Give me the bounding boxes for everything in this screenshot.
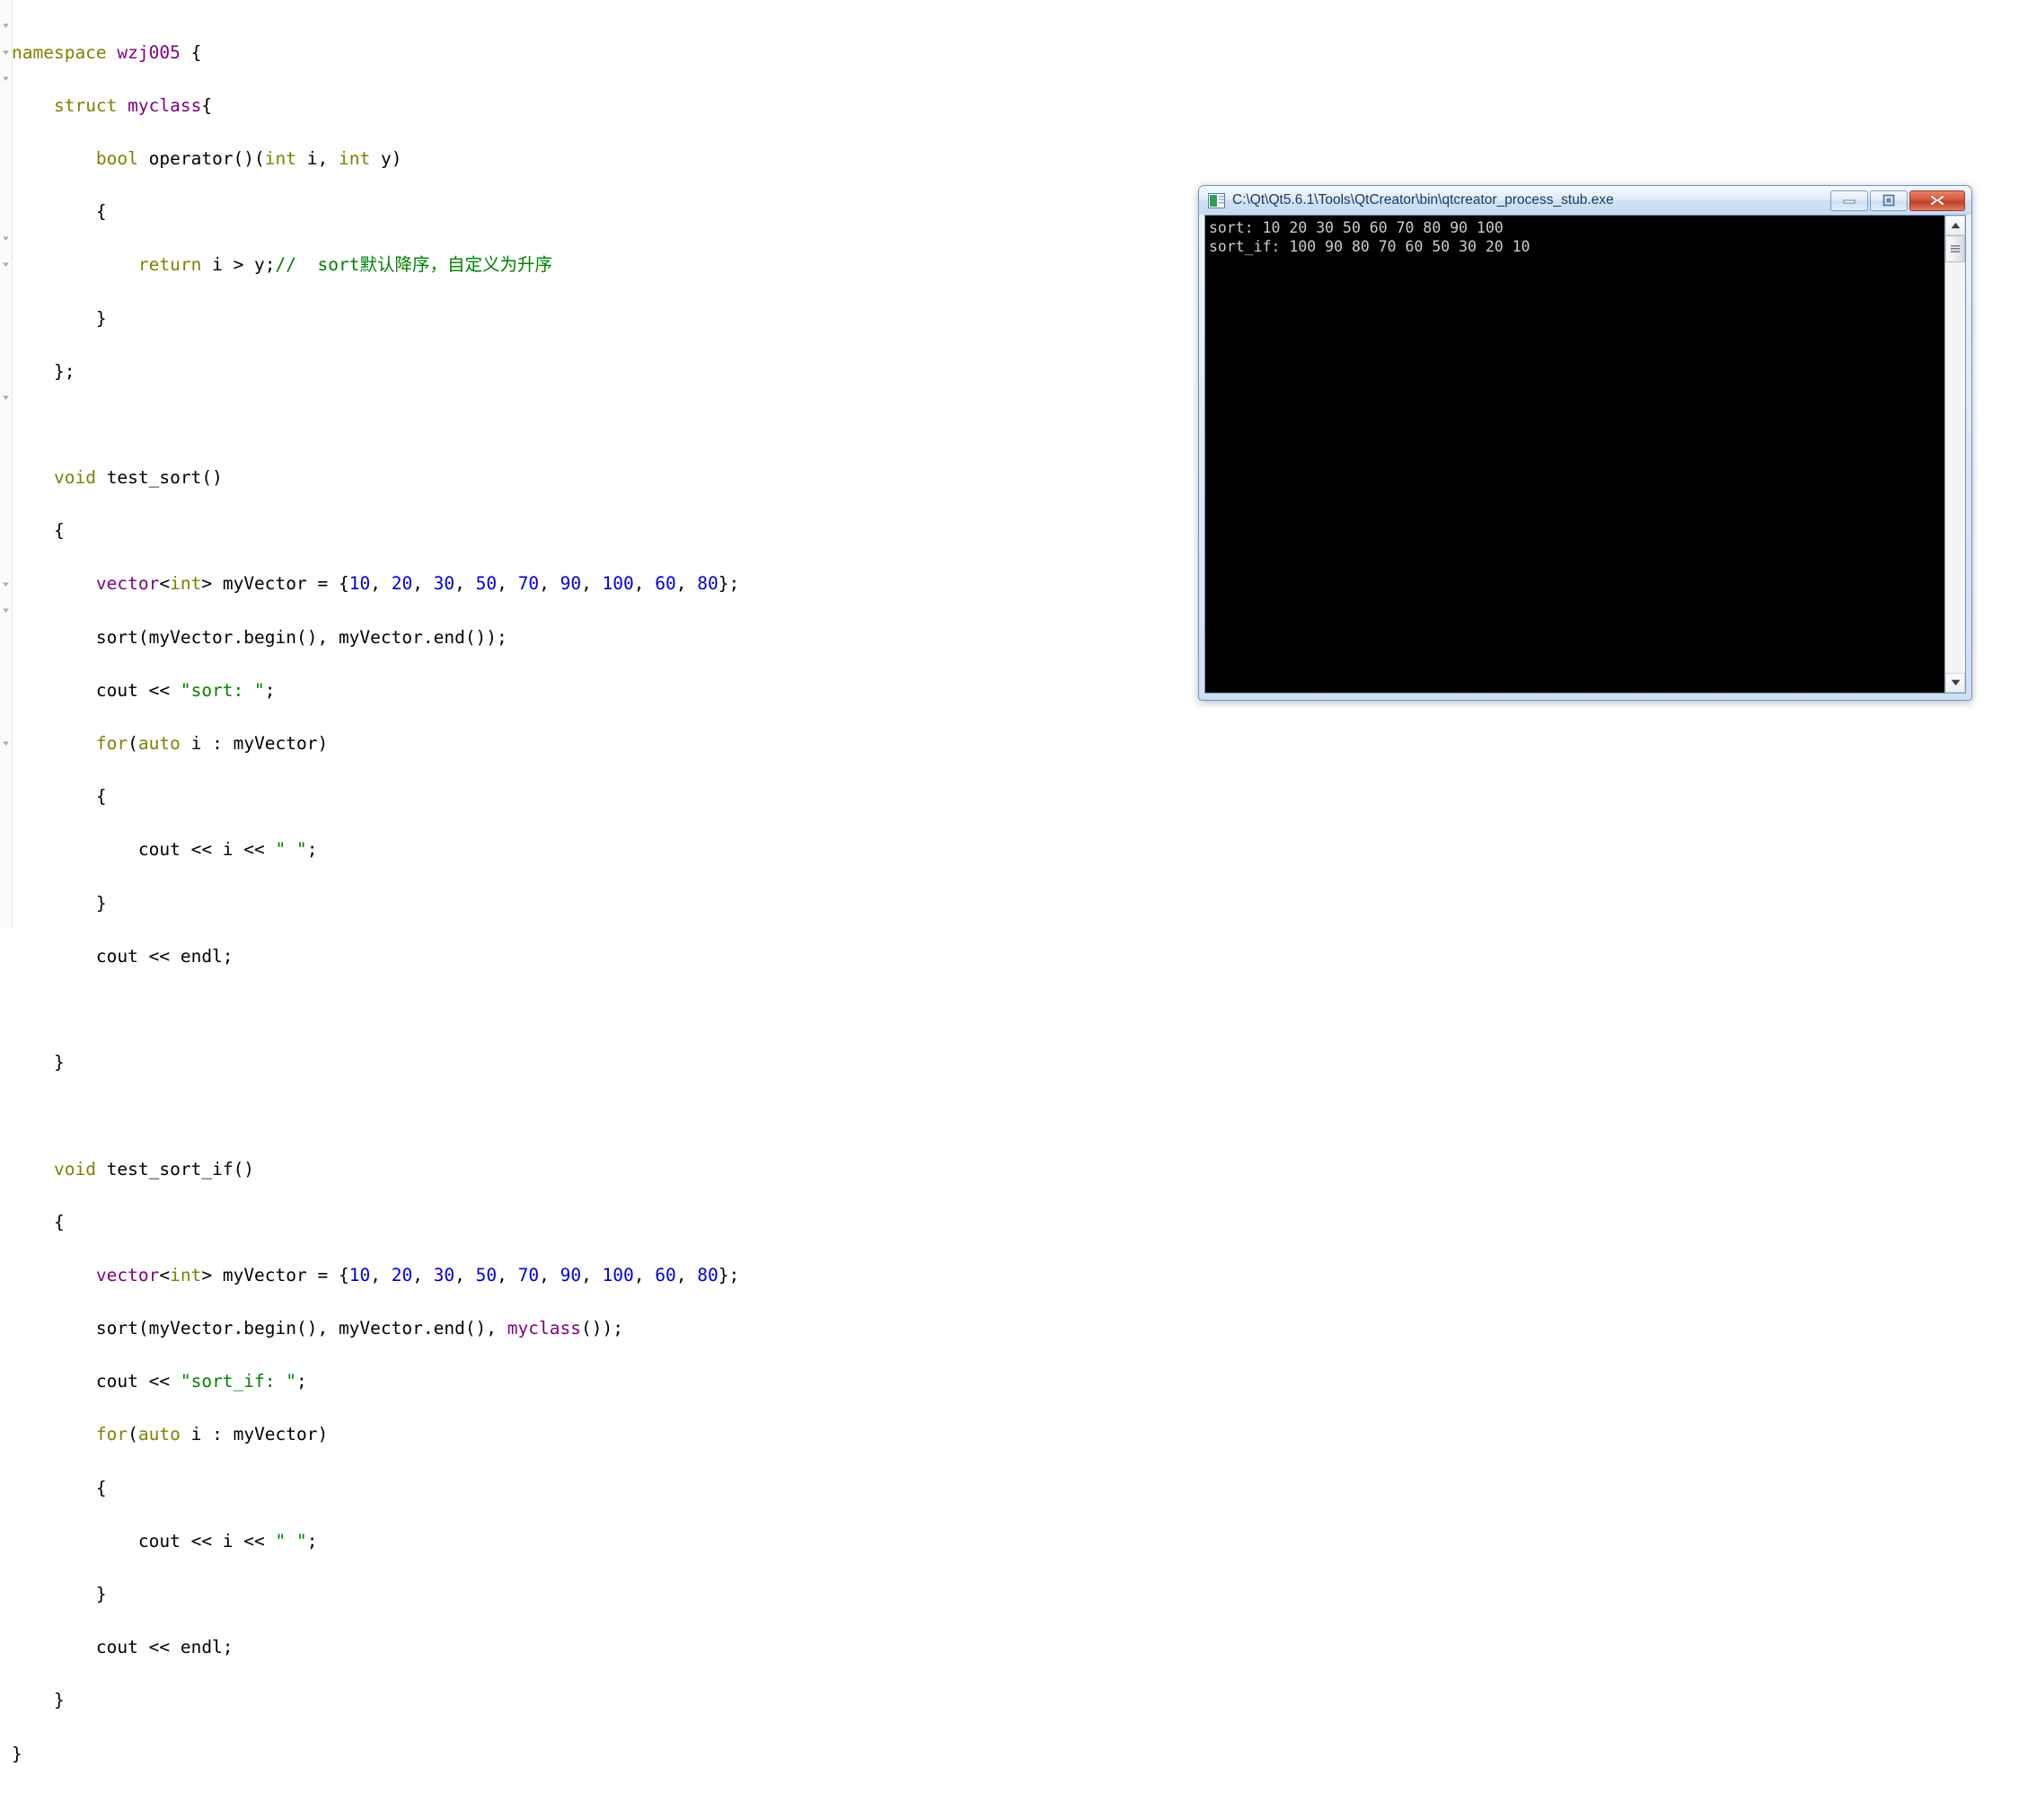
maximize-icon [1882, 194, 1895, 207]
code-line: bool operator()(int i, int y) [95, 147, 402, 169]
scrollbar-thumb[interactable] [1945, 235, 1965, 262]
code-line: vector<int> myVector = {10, 20, 30, 50, … [95, 573, 740, 595]
code-line: sort(myVector.begin(), myVector.end()); [12, 626, 507, 648]
maximize-button[interactable] [1870, 190, 1908, 211]
console-body[interactable]: sort: 10 20 30 50 60 70 80 90 100 sort_i… [1204, 215, 1966, 694]
window-controls [1830, 190, 1968, 211]
close-icon [1929, 194, 1945, 207]
fold-marker-icon[interactable] [2, 739, 10, 747]
scroll-up-button[interactable] [1945, 216, 1965, 235]
code-line: void test_sort() [53, 467, 223, 489]
fold-marker-icon[interactable] [2, 606, 10, 614]
code-line: } [12, 1690, 65, 1711]
code-line: for(auto i : myVector) [95, 733, 329, 755]
console-window[interactable]: C:\Qt\Qt5.6.1\Tools\QtCreator\bin\qtcrea… [1198, 185, 1972, 701]
fold-marker-icon[interactable] [2, 234, 10, 243]
code-line: { [12, 520, 65, 542]
code-line: { [12, 1477, 107, 1498]
code-text-area[interactable]: namespace wzj005 { struct myclass{ bool … [12, 13, 739, 1820]
scrollbar-grip-icon [1951, 244, 1960, 253]
code-line: { [12, 786, 107, 808]
console-scrollbar[interactable] [1944, 216, 1965, 693]
console-output-text: sort: 10 20 30 50 60 70 80 90 100 sort_i… [1205, 216, 1944, 693]
code-line: vector<int> myVector = {10, 20, 30, 50, … [95, 1264, 740, 1285]
fold-marker-icon[interactable] [2, 580, 10, 588]
fold-marker-icon[interactable] [2, 49, 10, 57]
console-app-icon [1208, 192, 1225, 208]
code-line: cout << i << " "; [12, 1530, 318, 1551]
minimize-button[interactable] [1830, 190, 1868, 211]
console-window-title: C:\Qt\Qt5.6.1\Tools\QtCreator\bin\qtcrea… [1232, 192, 1614, 208]
code-line: } [12, 1052, 65, 1073]
code-line: } [12, 1584, 107, 1605]
code-line: struct myclass{ [53, 94, 213, 116]
code-line: void test_sort_if() [53, 1158, 255, 1179]
code-line: for(auto i : myVector) [95, 1424, 329, 1445]
scroll-down-icon [1951, 679, 1960, 686]
fold-marker-icon[interactable] [2, 75, 10, 83]
code-line: namespace wzj005 { [12, 41, 202, 63]
code-line: } [12, 307, 107, 329]
close-button[interactable] [1909, 190, 1965, 211]
code-line: { [12, 1211, 65, 1232]
code-line: cout << "sort_if: "; [12, 1371, 307, 1392]
code-line: { [12, 201, 107, 223]
code-line: cout << endl; [12, 945, 234, 967]
code-line: cout << endl; [12, 1637, 234, 1658]
code-line: } [12, 892, 107, 914]
code-line: cout << "sort: "; [12, 679, 276, 701]
code-line: return i > y;// sort默认降序，自定义为升序 [137, 254, 552, 276]
editor-gutter[interactable] [0, 0, 13, 927]
minimize-icon [1843, 199, 1856, 204]
scroll-down-button[interactable] [1945, 673, 1965, 693]
code-line: } [12, 1743, 22, 1764]
code-line: }; [12, 360, 75, 382]
code-line: cout << i << " "; [12, 839, 318, 861]
console-title-bar[interactable]: C:\Qt\Qt5.6.1\Tools\QtCreator\bin\qtcrea… [1199, 186, 1971, 215]
scrollbar-track[interactable] [1945, 262, 1965, 673]
fold-marker-icon[interactable] [2, 22, 10, 30]
scroll-up-icon [1951, 222, 1960, 229]
code-line: sort(myVector.begin(), myVector.end(), m… [12, 1318, 623, 1339]
fold-marker-icon[interactable] [2, 261, 10, 269]
fold-marker-icon[interactable] [2, 393, 10, 402]
